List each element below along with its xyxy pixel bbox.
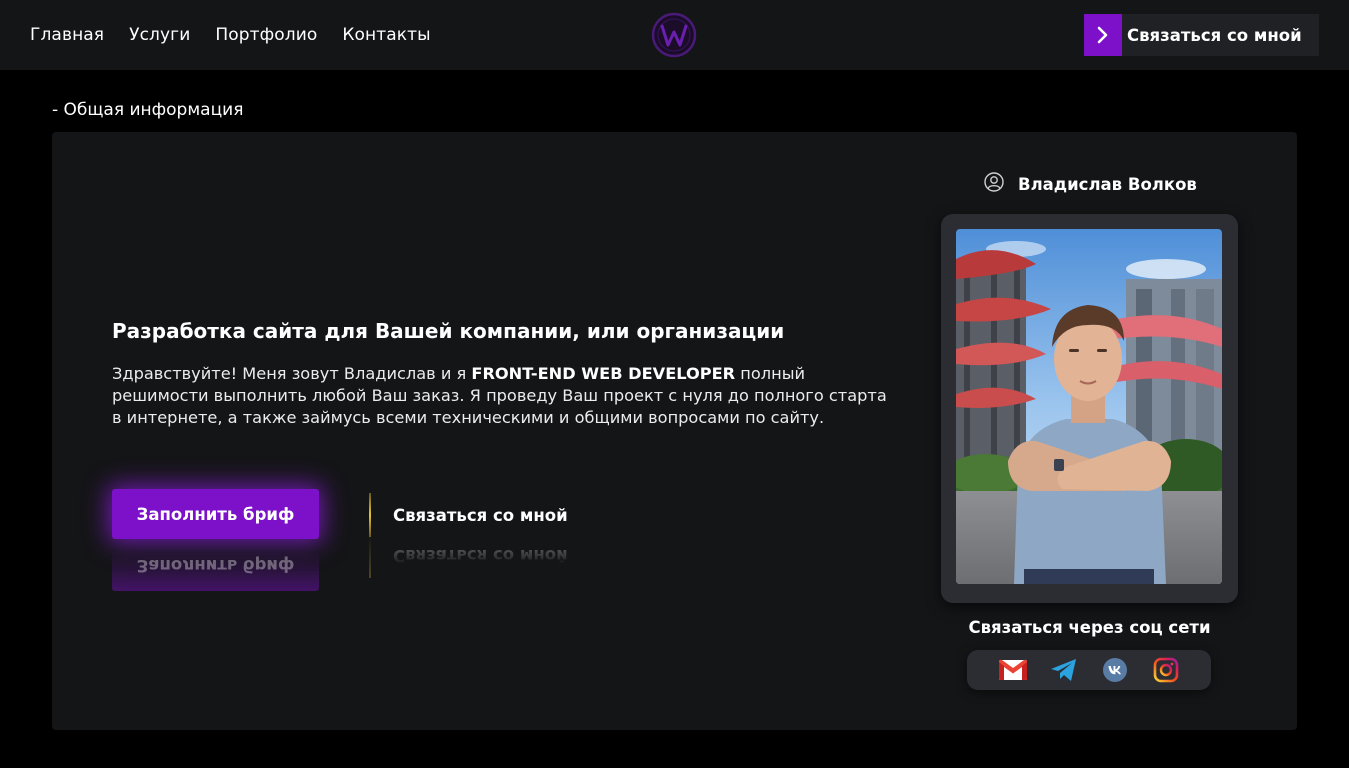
contact-me-reflection: Связаться со мной bbox=[369, 534, 568, 578]
gmail-icon[interactable] bbox=[998, 655, 1028, 685]
profile-photo bbox=[956, 229, 1222, 584]
contact-me-reflection-label: Связаться со мной bbox=[393, 546, 568, 566]
header-contact-button[interactable]: Связаться со мной bbox=[1084, 14, 1319, 56]
intro-highlight: FRONT-END WEB DEVELOPER bbox=[471, 364, 736, 383]
social-links bbox=[967, 650, 1211, 690]
info-card: Разработка сайта для Вашей компании, или… bbox=[52, 132, 1297, 730]
nav-link-home[interactable]: Главная bbox=[30, 25, 104, 45]
top-header: Главная Услуги Портфолио Контакты Связат… bbox=[0, 0, 1349, 70]
intro-text-start: Здравствуйте! Меня зовут Владислав и я bbox=[112, 364, 472, 383]
hero-headline: Разработка сайта для Вашей компании, или… bbox=[112, 319, 785, 343]
fill-brief-button-reflection: Заполнить бриф bbox=[112, 541, 319, 591]
chevron-right-icon bbox=[1084, 14, 1122, 56]
nav-link-contacts[interactable]: Контакты bbox=[342, 25, 430, 45]
w-logo-icon[interactable] bbox=[651, 12, 697, 58]
gold-divider bbox=[369, 493, 371, 537]
user-circle-icon bbox=[984, 172, 1004, 196]
instagram-icon[interactable] bbox=[1151, 655, 1181, 685]
contact-me-label: Связаться со мной bbox=[393, 505, 568, 525]
profile-name-row: Владислав Волков bbox=[984, 172, 1197, 196]
nav-link-portfolio[interactable]: Портфолио bbox=[215, 25, 317, 45]
header-contact-label: Связаться со мной bbox=[1127, 25, 1302, 45]
vk-icon[interactable] bbox=[1100, 655, 1130, 685]
photo-frame bbox=[941, 214, 1238, 603]
contact-me-button[interactable]: Связаться со мной bbox=[369, 493, 568, 537]
nav-link-services[interactable]: Услуги bbox=[129, 25, 190, 45]
gold-divider-reflection bbox=[369, 534, 371, 578]
social-title: Связаться через соц сети bbox=[968, 618, 1211, 637]
section-label: - Общая информация bbox=[52, 100, 244, 120]
telegram-icon[interactable] bbox=[1049, 655, 1079, 685]
main-nav: Главная Услуги Портфолио Контакты bbox=[30, 0, 431, 70]
profile-name: Владислав Волков bbox=[1018, 174, 1197, 194]
fill-brief-button[interactable]: Заполнить бриф bbox=[112, 489, 319, 539]
hero-intro: Здравствуйте! Меня зовут Владислав и я F… bbox=[112, 363, 892, 429]
